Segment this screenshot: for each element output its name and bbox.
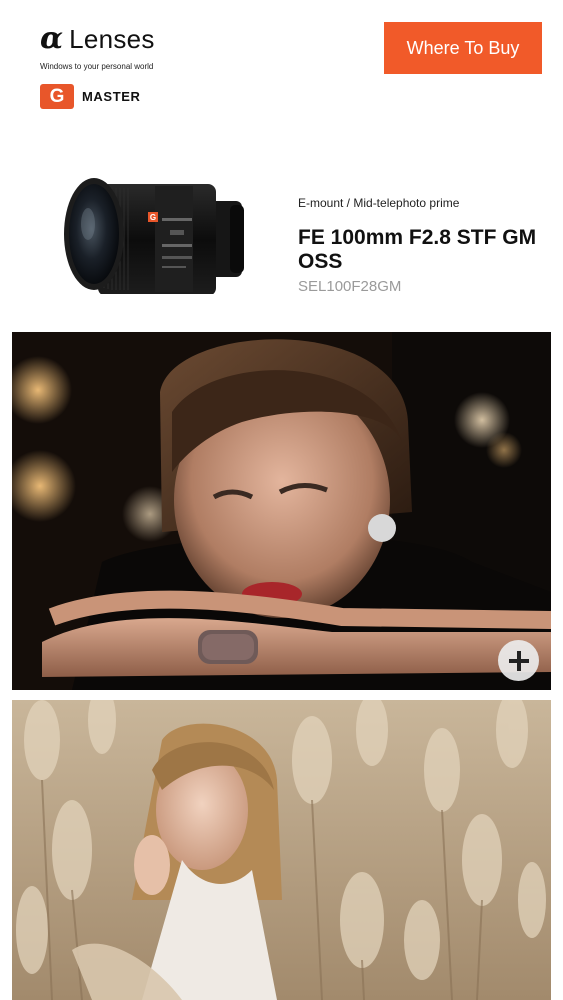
product-name: FE 100mm F2.8 STF GM OSS xyxy=(298,226,537,273)
g-master-label: MASTER xyxy=(82,89,141,104)
lens-g-badge: G xyxy=(150,213,156,222)
brand-tagline: Windows to your personal world xyxy=(40,62,154,71)
plus-icon xyxy=(508,650,529,671)
brand-name: Lenses xyxy=(69,24,155,54)
lens-product-image: G xyxy=(60,174,250,296)
g-master-logo: G MASTER xyxy=(40,84,141,109)
product-info: E-mount / Mid-telephoto prime FE 100mm F… xyxy=(298,196,548,295)
brand-row: α Lenses xyxy=(40,21,155,56)
gallery-photo-portrait[interactable] xyxy=(12,332,551,690)
where-to-buy-button[interactable]: Where To Buy xyxy=(384,22,542,74)
zoom-button[interactable] xyxy=(498,640,539,681)
header: α Lenses Windows to your personal world … xyxy=(0,0,563,130)
model-number: SEL100F28GM xyxy=(298,278,402,295)
gallery-photo-field[interactable] xyxy=(12,700,551,1000)
g-badge-icon: G xyxy=(40,84,74,109)
lens-mount-category: E-mount / Mid-telephoto prime xyxy=(298,196,460,210)
brand-logo[interactable]: α Lenses Windows to your personal world xyxy=(40,21,155,72)
alpha-icon: α xyxy=(40,21,64,56)
product-summary: G E-mount / Mid-telephoto prime FE 100mm… xyxy=(0,170,563,305)
